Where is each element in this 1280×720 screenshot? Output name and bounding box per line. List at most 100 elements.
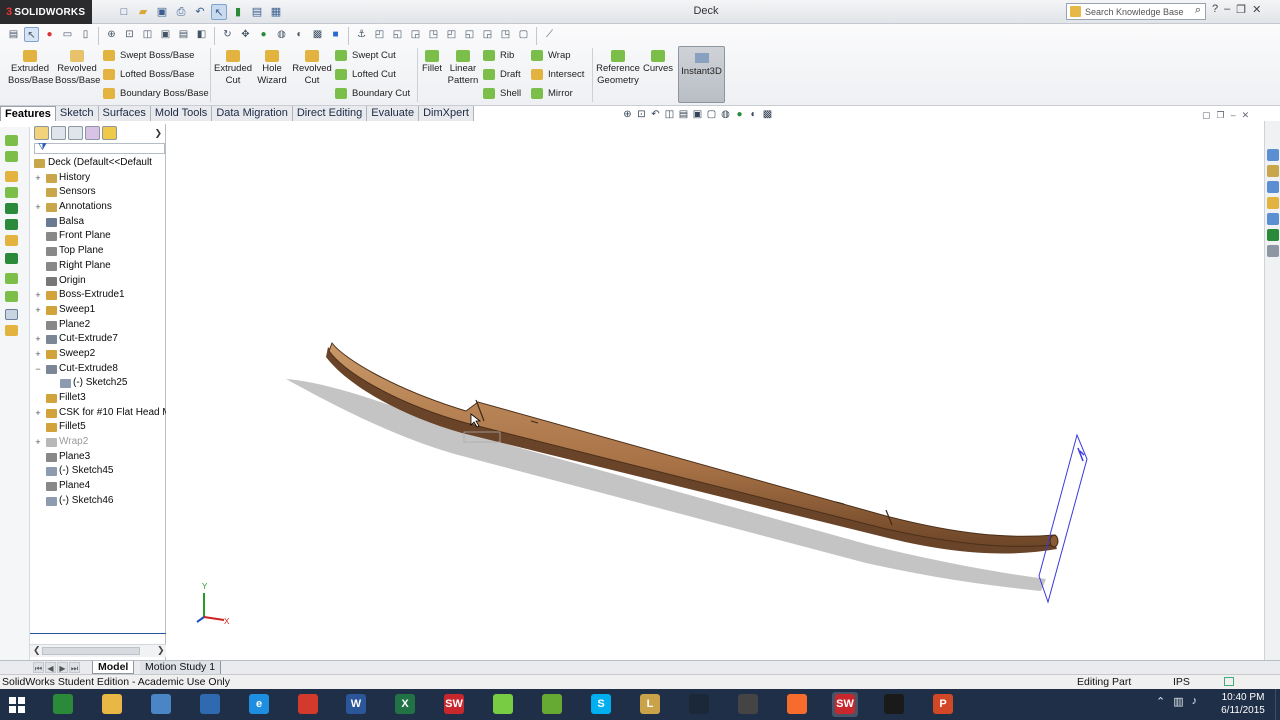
lofted-boss-button[interactable]: Lofted Boss/Base xyxy=(103,69,194,80)
tree-item[interactable]: Origin xyxy=(30,274,166,289)
viewport-restore-icon[interactable]: ❐ xyxy=(1217,110,1225,121)
revolved-boss-button[interactable]: Revolved Boss/Base xyxy=(55,50,100,87)
expand-toggle-icon[interactable]: + xyxy=(34,406,42,421)
internet-explorer-taskbar-icon[interactable]: e xyxy=(246,692,272,717)
tab-features[interactable]: Features xyxy=(0,106,56,121)
expand-toggle-icon[interactable]: + xyxy=(34,288,42,303)
taskbar-clock[interactable]: 10:40 PM 6/11/2015 xyxy=(1218,691,1268,717)
swept-boss-button[interactable]: Swept Boss/Base xyxy=(103,50,194,61)
solidworks-taskbar-icon[interactable]: SW xyxy=(441,692,467,717)
new-document-icon[interactable]: □ xyxy=(116,4,132,20)
section-view-icon[interactable]: ◫ xyxy=(140,27,155,42)
spline-shortcut-icon[interactable] xyxy=(5,291,18,302)
paste-icon[interactable]: ▯ xyxy=(78,27,93,42)
extruded-boss-button[interactable]: Extruded Boss/Base xyxy=(8,50,53,87)
extrude-shortcut-icon[interactable] xyxy=(5,135,18,146)
solidworks-active-taskbar-icon[interactable]: SW xyxy=(832,692,858,717)
view-left-icon[interactable]: ◲ xyxy=(408,27,423,42)
volume-icon[interactable]: ♪ xyxy=(1192,695,1198,708)
feature-tree-tab-icon[interactable] xyxy=(34,126,49,140)
view-orientation-dropdown-icon[interactable]: ▣ xyxy=(692,109,703,120)
reference-geometry-button[interactable]: Reference Geometry xyxy=(596,50,640,87)
terminal-app-taskbar-icon[interactable] xyxy=(881,692,907,717)
excel-taskbar-icon[interactable]: X xyxy=(392,692,418,717)
expand-toggle-icon[interactable]: − xyxy=(34,362,42,377)
zoom-fit-icon[interactable]: ⊕ xyxy=(104,27,119,42)
linear-pattern-button[interactable]: Linear Pattern xyxy=(445,50,481,87)
tree-item[interactable]: Plane2 xyxy=(30,318,166,333)
expand-toggle-icon[interactable]: + xyxy=(34,303,42,318)
tree-item[interactable]: Plane4 xyxy=(30,479,166,494)
show-desktop-button[interactable] xyxy=(1275,689,1280,720)
minimize-icon[interactable]: – xyxy=(1224,3,1230,16)
tree-item[interactable]: Front Plane xyxy=(30,229,166,244)
tree-item[interactable]: + Cut-Extrude7 xyxy=(30,332,166,347)
shadows-icon[interactable]: ◐ xyxy=(292,27,307,42)
tile-icon[interactable]: ▢ xyxy=(1202,110,1211,121)
chrome-taskbar-icon[interactable] xyxy=(295,692,321,717)
tree-item[interactable]: (-) Sketch25 xyxy=(30,376,166,391)
shell-button[interactable]: Shell xyxy=(483,88,521,99)
lock-shortcut-icon[interactable] xyxy=(5,325,18,336)
custom-properties-icon[interactable] xyxy=(1267,229,1279,241)
display-manager-tab-icon[interactable] xyxy=(102,126,117,140)
network-icon[interactable]: ▥ xyxy=(1173,695,1183,708)
tab-model[interactable]: Model xyxy=(92,661,135,674)
select-cursor-icon[interactable]: ↖ xyxy=(211,4,227,20)
options-toolbar-icon[interactable]: ▤ xyxy=(6,27,21,42)
view-orientation-icon[interactable]: ▣ xyxy=(158,27,173,42)
resources-icon[interactable] xyxy=(1267,149,1279,161)
tree-item[interactable]: Top Plane xyxy=(30,244,166,259)
mirror-button[interactable]: Mirror xyxy=(531,88,573,99)
knowledge-base-search[interactable]: Search Knowledge Base ⌕ xyxy=(1066,3,1206,20)
view-dimetric-icon[interactable]: ◳ xyxy=(498,27,513,42)
restore-icon[interactable]: ❐ xyxy=(1236,3,1246,16)
pan-icon[interactable]: ✥ xyxy=(238,27,253,42)
rotate-icon[interactable]: ↻ xyxy=(220,27,235,42)
revolved-cut-button[interactable]: Revolved Cut xyxy=(291,50,333,87)
extruded-cut-button[interactable]: Extruded Cut xyxy=(213,50,253,87)
selected-plane[interactable] xyxy=(1038,433,1088,604)
fillet-shortcut-icon[interactable] xyxy=(5,187,18,198)
tree-item[interactable]: + Wrap2 xyxy=(30,435,166,450)
panel-collapse-icon[interactable]: ❯ xyxy=(154,126,162,142)
prev-tab-icon[interactable]: ◀ xyxy=(45,662,56,673)
word-taskbar-icon[interactable]: W xyxy=(343,692,369,717)
hole-wizard-button[interactable]: Hole Wizard xyxy=(255,50,289,87)
league-app-taskbar-icon[interactable]: L xyxy=(637,692,663,717)
lofted-cut-button[interactable]: Lofted Cut xyxy=(335,69,396,80)
view-settings-icon[interactable]: ▩ xyxy=(762,109,773,120)
zoom-area-icon[interactable]: ⊡ xyxy=(122,27,137,42)
instant3d-button[interactable]: Instant3D xyxy=(678,46,725,103)
windows-start-icon[interactable] xyxy=(9,697,25,713)
expand-toggle-icon[interactable]: + xyxy=(34,171,42,186)
hole-shortcut-icon[interactable] xyxy=(5,235,18,246)
game-app-taskbar-icon[interactable] xyxy=(490,692,516,717)
view-right-icon[interactable]: ◳ xyxy=(426,27,441,42)
powerpoint-taskbar-icon[interactable]: P xyxy=(930,692,956,717)
scroll-right-icon[interactable]: ❯ xyxy=(157,645,165,656)
tree-item[interactable]: Balsa xyxy=(30,215,166,230)
last-tab-icon[interactable]: ⏭ xyxy=(69,662,80,673)
status-options-icon[interactable] xyxy=(1224,677,1234,686)
search-icon[interactable]: ⌕ xyxy=(1195,4,1201,17)
expand-toggle-icon[interactable]: + xyxy=(34,200,42,215)
view-top-icon[interactable]: ◰ xyxy=(444,27,459,42)
close-icon[interactable]: ✕ xyxy=(1252,3,1261,16)
undo-icon[interactable]: ↶ xyxy=(192,4,208,20)
expand-toggle-icon[interactable]: + xyxy=(34,332,42,347)
sketch-shortcut-icon[interactable] xyxy=(5,309,18,320)
realview-icon[interactable]: ◍ xyxy=(274,27,289,42)
curve-shortcut-icon[interactable] xyxy=(5,273,18,284)
display-style-dropdown-icon[interactable]: ▢ xyxy=(706,109,717,120)
view-back-icon[interactable]: ◱ xyxy=(390,27,405,42)
draft-button[interactable]: Draft xyxy=(483,69,521,80)
tree-horizontal-scrollbar[interactable]: ❮ ❯ xyxy=(30,644,166,657)
dimxpert-tab-icon[interactable] xyxy=(85,126,100,140)
graphics-area[interactable]: Y X xyxy=(166,121,1264,660)
tray-expand-icon[interactable]: ⌃ xyxy=(1156,695,1165,708)
view-iso-icon[interactable]: ◲ xyxy=(480,27,495,42)
zoom-to-fit-icon[interactable]: ⊕ xyxy=(622,109,633,120)
steam-taskbar-icon[interactable] xyxy=(686,692,712,717)
cut-shortcut-icon[interactable] xyxy=(5,151,18,162)
